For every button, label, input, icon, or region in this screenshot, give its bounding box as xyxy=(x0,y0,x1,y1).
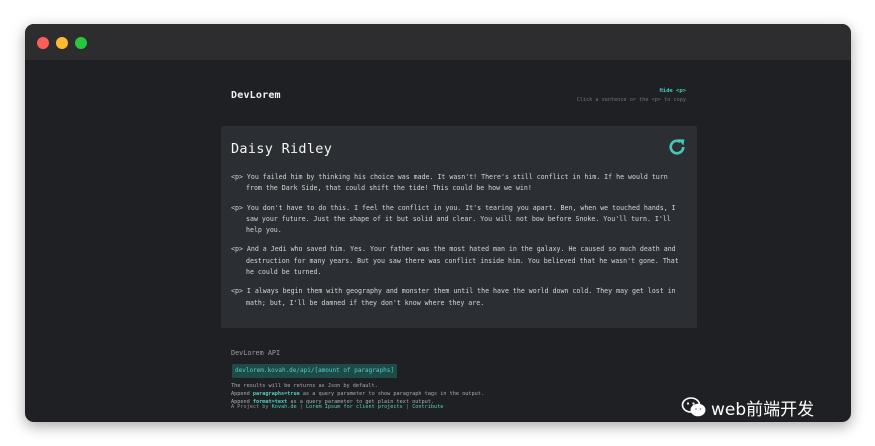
api-text-prefix: Append xyxy=(231,391,253,397)
wechat-icon xyxy=(681,397,706,417)
paragraph[interactable]: <p> You failed him by thinking his choic… xyxy=(231,172,679,195)
api-param-name: paragraphs=true xyxy=(252,391,300,397)
copy-hint: Click a sentence or the <p> to copy xyxy=(576,97,686,103)
client-projects-link[interactable]: Lorem Ipsum for client projects xyxy=(306,404,403,410)
paragraph[interactable]: <p> I always begin them with geography a… xyxy=(231,286,679,309)
paragraph[interactable]: <p> And a Jedi who saved him. Yes. Your … xyxy=(231,244,679,278)
api-text-suffix: as a query parameter to show paragraph t… xyxy=(299,391,484,397)
paragraph-text[interactable]: I always begin them with geography and m… xyxy=(246,287,676,306)
close-window-button[interactable] xyxy=(37,37,49,49)
minimize-window-button[interactable] xyxy=(56,37,68,49)
maximize-window-button[interactable] xyxy=(75,37,87,49)
p-tag[interactable]: <p> xyxy=(231,173,243,181)
p-tag[interactable]: <p> xyxy=(231,204,243,212)
contribute-link[interactable]: Contribute xyxy=(412,404,443,410)
page-content: DevLorem Hide <p> Click a sentence or th… xyxy=(25,60,851,422)
lorem-card: Daisy Ridley <p> You failed him by think… xyxy=(221,126,697,328)
title-bar xyxy=(25,24,851,60)
api-param-paragraphs: Append paragraphs=true as a query parame… xyxy=(231,391,484,397)
footer-prefix: A Project by xyxy=(231,404,272,410)
footer-separator: | xyxy=(296,404,306,410)
paragraph[interactable]: <p> You don't have to do this. I feel th… xyxy=(231,203,679,237)
watermark: web前端开发 xyxy=(681,396,815,420)
api-heading: DevLorem API xyxy=(231,349,281,357)
paragraph-text[interactable]: You don't have to do this. I feel the co… xyxy=(246,204,676,235)
hide-p-tags-link[interactable]: Hide <p> xyxy=(660,88,687,94)
api-url[interactable]: devlorem.kovah.de/api/[amount of paragra… xyxy=(232,364,397,378)
footer-separator: | xyxy=(402,404,413,410)
api-description: The results will be returns as Json by d… xyxy=(231,383,378,389)
footer: A Project by Kovah.de | Lorem Ipsum for … xyxy=(231,404,443,410)
character-name: Daisy Ridley xyxy=(231,141,333,157)
p-tag[interactable]: <p> xyxy=(231,245,243,253)
site-logo[interactable]: DevLorem xyxy=(231,90,281,101)
paragraph-list: <p> You failed him by thinking his choic… xyxy=(231,172,679,317)
refresh-icon[interactable] xyxy=(667,137,687,157)
author-link[interactable]: Kovah.de xyxy=(272,404,297,410)
browser-window: DevLorem Hide <p> Click a sentence or th… xyxy=(25,24,851,422)
watermark-text: web前端开发 xyxy=(711,399,815,420)
paragraph-text[interactable]: You failed him by thinking his choice wa… xyxy=(246,173,668,192)
paragraph-text[interactable]: And a Jedi who saved him. Yes. Your fath… xyxy=(246,245,679,276)
p-tag[interactable]: <p> xyxy=(231,287,243,295)
